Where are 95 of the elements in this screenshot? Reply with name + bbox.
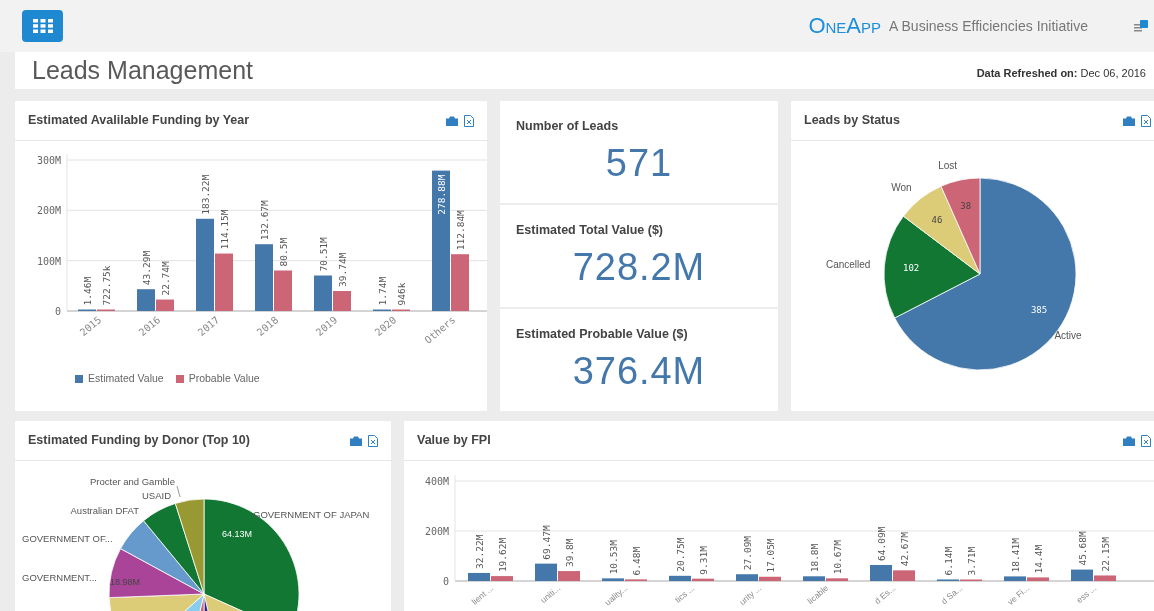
- data-label: 112.84M: [454, 210, 466, 251]
- data-label: 132.67M: [258, 200, 270, 241]
- legend-swatch: [75, 374, 83, 383]
- kpi-label: Estimated Total Value ($): [516, 222, 665, 239]
- kpi-value: 728.2M: [571, 247, 707, 286]
- axis-label: ve Fi...: [1005, 582, 1032, 607]
- data-label: 18.8M: [808, 543, 820, 573]
- slice-label: Active: [1054, 330, 1082, 341]
- export-file-icon[interactable]: [1141, 114, 1151, 127]
- data-label: 20.75M: [674, 537, 686, 572]
- axis-label: uniti...: [538, 582, 563, 606]
- panel-title: Leads by Status: [804, 112, 900, 130]
- legend-label[interactable]: Probable Value: [188, 371, 260, 387]
- data-label: 39.74M: [336, 252, 348, 287]
- slice-label: Won: [891, 181, 912, 193]
- data-label: 42.67M: [898, 532, 910, 567]
- data-label: 278.88M: [435, 174, 447, 215]
- slice-label: GOVERNMENT...: [22, 572, 97, 583]
- axis-label: 300M: [36, 155, 61, 166]
- camera-icon[interactable]: [446, 115, 458, 126]
- page-title: Leads Management: [32, 54, 253, 86]
- data-label: 32.22M: [473, 534, 485, 569]
- data-label: 22.74M: [159, 261, 171, 296]
- slice-label: USAID: [141, 490, 171, 501]
- data-label: 27.09M: [741, 535, 753, 571]
- slice-value: 385: [1030, 305, 1048, 315]
- kpi-label: Estimated Probable Value ($): [516, 326, 689, 343]
- brand-logo: OneApp: [808, 15, 882, 37]
- slice-label: GOVERNMENT OF...: [22, 533, 113, 544]
- leader-line: [176, 485, 181, 498]
- export-file-icon[interactable]: [464, 114, 474, 127]
- slice-label: Cancelled: [825, 258, 871, 270]
- axis-label: 400M: [424, 476, 449, 487]
- data-label: 10.53M: [607, 540, 619, 575]
- data-label: 6.48M: [630, 546, 642, 576]
- data-label: 39.8M: [563, 538, 575, 568]
- axis-label: 200M: [36, 205, 61, 217]
- menu-icon[interactable]: [1134, 19, 1148, 33]
- data-label: 114.15M: [218, 209, 230, 250]
- data-label: 45.68M: [1076, 531, 1088, 566]
- axis-label: d Sa...: [939, 582, 965, 607]
- slice-label: Procter and Gamble: [90, 476, 175, 487]
- panel-title: Value by FPI: [417, 432, 491, 450]
- grid-icon: [32, 19, 53, 33]
- slice-label: Lost: [938, 160, 958, 172]
- data-label: 3.71M: [965, 546, 977, 576]
- axis-label: 0: [54, 306, 61, 317]
- data-label: 18.41M: [1009, 538, 1021, 573]
- kpi-label: Number of Leads: [516, 118, 620, 135]
- data-label: 10.67M: [831, 540, 843, 575]
- camera-icon[interactable]: [1123, 115, 1135, 126]
- kpi-value: 376.4M: [571, 351, 707, 390]
- data-label: 722.75k: [100, 265, 112, 306]
- data-label: 946k: [395, 282, 407, 306]
- camera-icon[interactable]: [350, 435, 362, 446]
- data-label: 70.51M: [317, 237, 329, 272]
- data-label: 1.46M: [81, 276, 93, 306]
- slice-value: 18.98M: [110, 577, 140, 587]
- panel-title: Estimated Funding by Donor (Top 10): [28, 432, 250, 450]
- slice-label: Australian DFAT: [70, 505, 139, 516]
- data-label: 1.74M: [376, 276, 388, 306]
- panel-title: Estimated Avalilable Funding by Year: [28, 112, 250, 130]
- data-label: 22.15M: [1099, 537, 1111, 572]
- slice-value: 102: [903, 263, 920, 274]
- axis-label: 0: [442, 576, 449, 587]
- axis-label: d Es...: [872, 582, 898, 606]
- slice-label: GOVERNMENT OF JAPAN: [253, 509, 370, 520]
- data-label: 19.62M: [496, 537, 508, 573]
- data-label: 17.05M: [764, 538, 776, 573]
- legend-label[interactable]: Estimated Value: [88, 371, 164, 387]
- slice-value: 46: [931, 214, 943, 225]
- axis-label: urity ...: [737, 582, 764, 607]
- data-label: 43.29M: [140, 250, 152, 286]
- axis-label: lient ...: [469, 582, 496, 607]
- data-label: 6.14M: [942, 546, 954, 576]
- legend-swatch: [175, 374, 184, 383]
- kpi-value: 571: [604, 143, 674, 182]
- data-label: 9.31M: [697, 546, 709, 575]
- export-file-icon[interactable]: [368, 434, 378, 447]
- slice-value: 64.13M: [222, 529, 252, 539]
- camera-icon[interactable]: [1123, 435, 1135, 446]
- axis-label: tics ...: [672, 582, 697, 605]
- data-label: 69.47M: [540, 525, 552, 560]
- data-label: 80.5M: [277, 237, 289, 267]
- app-grid-button[interactable]: [22, 10, 63, 42]
- slice-value: 38: [960, 201, 972, 212]
- data-label: 183.22M: [199, 174, 211, 215]
- refresh-date: Data Refreshed on: Dec 06, 2016: [976, 66, 1146, 82]
- data-label: 14.4M: [1032, 544, 1044, 574]
- tagline: A Business Efficiencies Initiative: [889, 16, 1088, 36]
- axis-label: 100M: [36, 255, 61, 267]
- axis-label: ess ...: [1074, 582, 1099, 606]
- axis-label: 200M: [424, 526, 449, 537]
- export-file-icon[interactable]: [1141, 434, 1151, 447]
- data-label: 64.09M: [875, 526, 887, 561]
